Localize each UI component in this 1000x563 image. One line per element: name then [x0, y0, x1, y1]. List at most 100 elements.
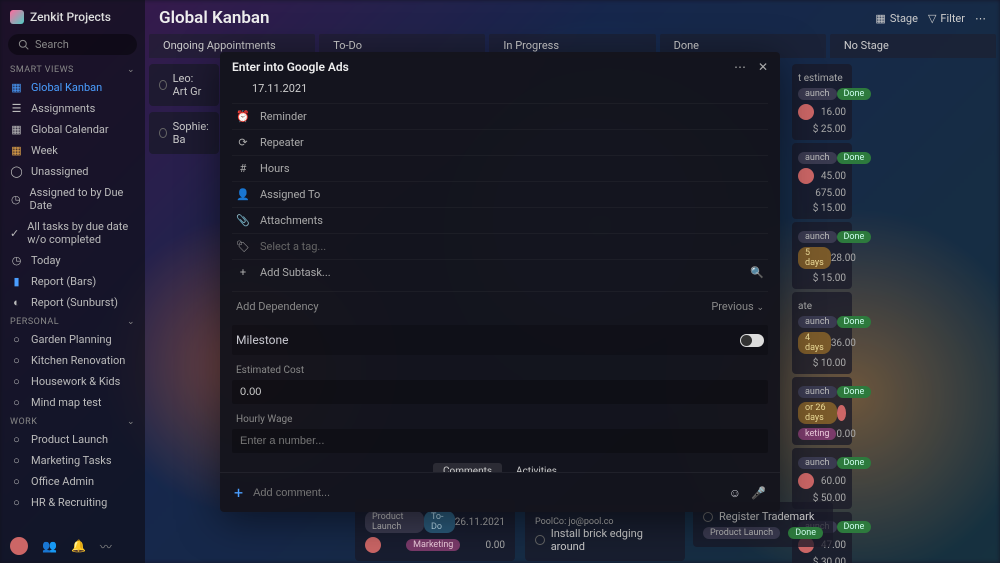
chevron-down-icon: ⌄ [756, 303, 764, 313]
activity-icon[interactable]: 〰 [100, 538, 112, 555]
card-sophie[interactable]: Sophie: Ba [149, 112, 219, 154]
tag-icon: 🏷 [236, 240, 250, 253]
search-icon[interactable]: 🔍 [750, 266, 764, 279]
plus-icon: + [236, 266, 250, 279]
sidebar-item-global-kanban[interactable]: ▦Global Kanban [0, 77, 145, 98]
sidebar-item-kitchen[interactable]: ○Kitchen Renovation [0, 350, 145, 371]
user-avatar[interactable] [10, 537, 28, 555]
bars-icon: ▮ [10, 275, 23, 288]
user-icon: ◯ [10, 165, 23, 178]
sidebar: Zenkit Projects Search SMART VIEWS ⌄ ▦Gl… [0, 0, 145, 563]
sidebar-item-report-bars[interactable]: ▮Report (Bars) [0, 271, 145, 292]
project-icon: ○ [10, 433, 23, 446]
field-subtask[interactable]: +Add Subtask... 🔍 [232, 259, 768, 285]
card-brick[interactable]: PoolCo: jo@pool.co Install brick edging … [525, 505, 685, 561]
section-smart-views[interactable]: SMART VIEWS ⌄ [0, 61, 145, 77]
section-work[interactable]: WORK ⌄ [0, 413, 145, 429]
week-icon: ▦ [10, 144, 23, 157]
field-dependency[interactable]: Add Dependency Previous ⌄ [232, 291, 768, 321]
field-repeater[interactable]: ⟳Repeater [232, 129, 768, 155]
repeat-icon: ⟳ [236, 136, 250, 149]
field-hours[interactable]: #Hours [232, 155, 768, 181]
avatar-icon [798, 473, 814, 489]
brand-logo-icon [10, 10, 24, 24]
project-icon: ○ [10, 354, 23, 367]
close-icon[interactable]: ✕ [758, 60, 768, 74]
sidebar-item-garden[interactable]: ○Garden Planning [0, 329, 145, 350]
more-icon[interactable]: ⋯ [734, 60, 746, 74]
card-peek[interactable]: t estimate aunchDone 16.00 $ 25.00 [792, 64, 852, 140]
search-input[interactable]: Search [8, 34, 137, 55]
sidebar-item-hr[interactable]: ○HR & Recruiting [0, 492, 145, 513]
project-icon: ○ [10, 454, 23, 467]
sidebar-item-housework[interactable]: ○Housework & Kids [0, 371, 145, 392]
card-peek[interactable]: aunchDone 5 days28.00 $ 15.00 [792, 222, 852, 289]
field-attachments[interactable]: 📎Attachments [232, 207, 768, 233]
users-icon[interactable]: 👥 [42, 539, 57, 553]
tab-comments[interactable]: Comments [433, 463, 502, 472]
card-peek[interactable]: ate aunchDone 4 days36.00 $ 10.00 [792, 292, 852, 374]
status-ring-icon [159, 80, 167, 90]
check-icon: ✓ [10, 227, 19, 240]
comment-input[interactable] [253, 487, 719, 499]
status-ring-icon [703, 512, 713, 522]
sidebar-item-unassigned[interactable]: ◯Unassigned [0, 161, 145, 182]
status-ring-icon [535, 535, 545, 545]
project-icon: ○ [10, 475, 23, 488]
card-peek[interactable]: aunchDone 60.00 $ 50.00 [792, 448, 852, 509]
brand-name: Zenkit Projects [30, 10, 111, 24]
card-peek[interactable]: aunchDone or 26 days keting0.00 [792, 377, 852, 445]
grid-icon: ▦ [875, 12, 885, 25]
col-nostage[interactable]: No Stage [830, 34, 996, 58]
task-modal: Enter into Google Ads ⋯ ✕ 17.11.2021 ⏰Re… [220, 52, 780, 512]
estcost-label: Estimated Cost [232, 355, 768, 380]
search-placeholder: Search [35, 38, 69, 51]
field-reminder[interactable]: ⏰Reminder [232, 103, 768, 129]
project-icon: ○ [10, 396, 23, 409]
mic-icon[interactable]: 🎤 [751, 486, 766, 500]
avatar-icon [798, 168, 814, 184]
today-icon: ◷ [10, 254, 23, 267]
tab-activities[interactable]: Activities [506, 463, 567, 472]
comment-bar: + ☺ 🎤 [220, 472, 780, 512]
add-icon[interactable]: + [234, 483, 243, 502]
sidebar-item-office-admin[interactable]: ○Office Admin [0, 471, 145, 492]
bell-icon[interactable]: 🔔 [71, 539, 86, 553]
modal-title: Enter into Google Ads [232, 60, 349, 74]
titlebar: Global Kanban ▦Stage ▽Filter ⋯ [145, 0, 1000, 34]
status-ring-icon [159, 128, 167, 138]
sunburst-icon: ◐ [10, 296, 23, 309]
page-title: Global Kanban [159, 8, 270, 28]
field-assigned[interactable]: 👤Assigned To [232, 181, 768, 207]
emoji-icon[interactable]: ☺ [729, 486, 741, 500]
sidebar-item-mindmap[interactable]: ○Mind map test [0, 392, 145, 413]
brand[interactable]: Zenkit Projects [0, 4, 145, 30]
sidebar-item-report-sunburst[interactable]: ◐Report (Sunburst) [0, 292, 145, 313]
card-peek[interactable]: aunchDone 45.00 675.00 $ 15.00 [792, 143, 852, 219]
estcost-input[interactable] [232, 380, 768, 404]
task-date: 17.11.2021 [232, 78, 768, 103]
avatar-icon [798, 104, 814, 120]
kanban-icon: ▦ [10, 81, 23, 94]
list-icon: ☰ [10, 102, 23, 115]
sidebar-footer: 👥 🔔 〰 [0, 529, 145, 563]
sidebar-item-assignments[interactable]: ☰Assignments [0, 98, 145, 119]
field-tags[interactable]: 🏷Select a tag... [232, 233, 768, 259]
sidebar-item-week[interactable]: ▦Week [0, 140, 145, 161]
sidebar-item-all-tasks[interactable]: ✓All tasks by due date w/o completed [0, 216, 145, 250]
sidebar-item-today[interactable]: ◷Today [0, 250, 145, 271]
stage-button[interactable]: ▦Stage [875, 12, 918, 25]
more-icon[interactable]: ⋯ [975, 12, 986, 25]
hash-icon: # [236, 162, 250, 175]
sidebar-item-global-calendar[interactable]: ▦Global Calendar [0, 119, 145, 140]
milestone-toggle[interactable] [740, 334, 764, 347]
sidebar-item-marketing[interactable]: ○Marketing Tasks [0, 450, 145, 471]
wage-input[interactable] [232, 429, 768, 453]
chevron-down-icon: ⌄ [127, 317, 135, 327]
filter-button[interactable]: ▽Filter [928, 12, 965, 25]
field-milestone: Milestone [232, 325, 768, 355]
section-personal[interactable]: PERSONAL ⌄ [0, 313, 145, 329]
card-leo[interactable]: Leo: Art Gr [149, 64, 219, 106]
sidebar-item-assigned-due[interactable]: ◷Assigned to by Due Date [0, 182, 145, 216]
sidebar-item-product-launch[interactable]: ○Product Launch [0, 429, 145, 450]
